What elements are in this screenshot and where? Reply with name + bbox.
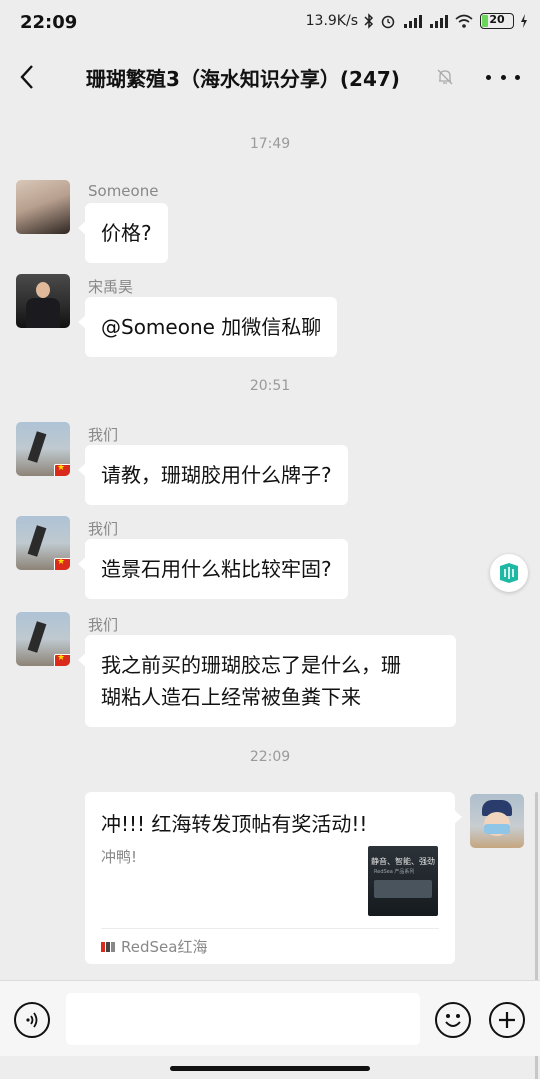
network-speed: 13.9K/s xyxy=(305,13,358,29)
chat-title: 珊瑚繁殖3（海水知识分享）(247) xyxy=(86,67,400,91)
avatar[interactable] xyxy=(16,274,70,328)
link-card[interactable]: 冲!!! 红海转发顶帖有奖活动!! 冲鸭! 静音、智能、强劲 RedSea 产品… xyxy=(85,792,462,964)
mute-icon xyxy=(437,69,453,85)
thumbnail-subcaption: RedSea 产品系列 xyxy=(374,869,415,875)
charging-icon xyxy=(521,14,527,28)
status-time: 22:09 xyxy=(20,12,78,33)
card-description: 冲鸭! xyxy=(101,848,138,866)
status-icons: 13.9K/s 20 xyxy=(306,13,528,29)
signal-icon xyxy=(404,15,422,28)
bluetooth-icon xyxy=(364,13,374,29)
message-input[interactable] xyxy=(66,993,420,1045)
redsea-logo-icon xyxy=(101,941,115,952)
message-bubble[interactable]: 造景石用什么粘比较牢固? xyxy=(78,539,348,599)
message-text: 价格? xyxy=(101,221,152,245)
flag-icon xyxy=(54,557,70,570)
message-bubble[interactable]: 价格? xyxy=(78,203,168,263)
battery-icon: 20 xyxy=(480,13,514,29)
mini-program-icon xyxy=(500,563,518,583)
message-bubble[interactable]: 我之前买的珊瑚胶忘了是什么，珊 瑚粘人造石上经常被鱼粪下来 xyxy=(78,635,456,727)
flag-icon xyxy=(54,653,70,666)
sender-name: Someone xyxy=(88,182,159,200)
message-bubble[interactable]: 请教，珊瑚胶用什么牌子? xyxy=(78,445,348,505)
avatar[interactable] xyxy=(16,516,70,570)
sender-name: 我们 xyxy=(88,426,119,444)
thumbnail-caption: 静音、智能、强劲 xyxy=(371,857,435,866)
time-separator: 20:51 xyxy=(249,378,291,394)
message-text: 我之前买的珊瑚胶忘了是什么，珊 xyxy=(101,653,401,677)
card-thumbnail: 静音、智能、强劲 RedSea 产品系列 xyxy=(368,846,438,916)
chat-header: 珊瑚繁殖3（海水知识分享）(247) xyxy=(0,48,540,108)
time-separator: 17:49 xyxy=(249,136,291,152)
message-text: @Someone 加微信私聊 xyxy=(101,315,322,339)
more-button[interactable] xyxy=(486,62,520,92)
sender-name: 我们 xyxy=(88,616,119,634)
card-source-label: RedSea红海 xyxy=(121,938,208,956)
signal-icon xyxy=(430,15,448,28)
time-separator: 22:09 xyxy=(249,749,291,765)
emoji-icon xyxy=(445,1014,461,1027)
back-button[interactable] xyxy=(10,60,44,94)
back-icon xyxy=(20,65,33,89)
card-divider xyxy=(101,928,439,929)
emoji-button[interactable] xyxy=(435,1002,471,1038)
sender-name: 我们 xyxy=(88,520,119,538)
message-text: 瑚粘人造石上经常被鱼粪下来 xyxy=(101,685,361,709)
message-bubble[interactable]: @Someone 加微信私聊 xyxy=(77,297,338,357)
voice-button[interactable] xyxy=(14,1002,50,1038)
avatar[interactable] xyxy=(16,180,70,234)
self-avatar[interactable] xyxy=(470,794,524,848)
input-bar xyxy=(0,980,540,1056)
card-source: RedSea红海 xyxy=(101,936,207,957)
voice-icon xyxy=(26,1012,38,1028)
battery-level: 20 xyxy=(489,13,505,26)
mini-program-button[interactable] xyxy=(490,554,528,592)
message-list[interactable]: 17:49 Someone 价格? 宋禹昊 @Someone 加微信私聊 20:… xyxy=(0,108,540,1079)
plus-icon xyxy=(499,1012,515,1028)
sender-name: 宋禹昊 xyxy=(88,278,134,296)
message-text: 造景石用什么粘比较牢固? xyxy=(101,557,332,581)
plus-button[interactable] xyxy=(489,1002,525,1038)
message-text: 请教，珊瑚胶用什么牌子? xyxy=(101,463,332,487)
alarm-icon xyxy=(381,15,395,29)
wifi-icon xyxy=(455,14,473,28)
more-icon xyxy=(486,74,491,80)
home-indicator[interactable] xyxy=(170,1066,370,1071)
avatar[interactable] xyxy=(16,422,70,476)
flag-icon xyxy=(54,463,70,476)
card-title: 冲!!! 红海转发顶帖有奖活动!! xyxy=(101,812,368,836)
status-bar: 22:09 13.9K/s 20 xyxy=(0,0,540,48)
avatar[interactable] xyxy=(16,612,70,666)
